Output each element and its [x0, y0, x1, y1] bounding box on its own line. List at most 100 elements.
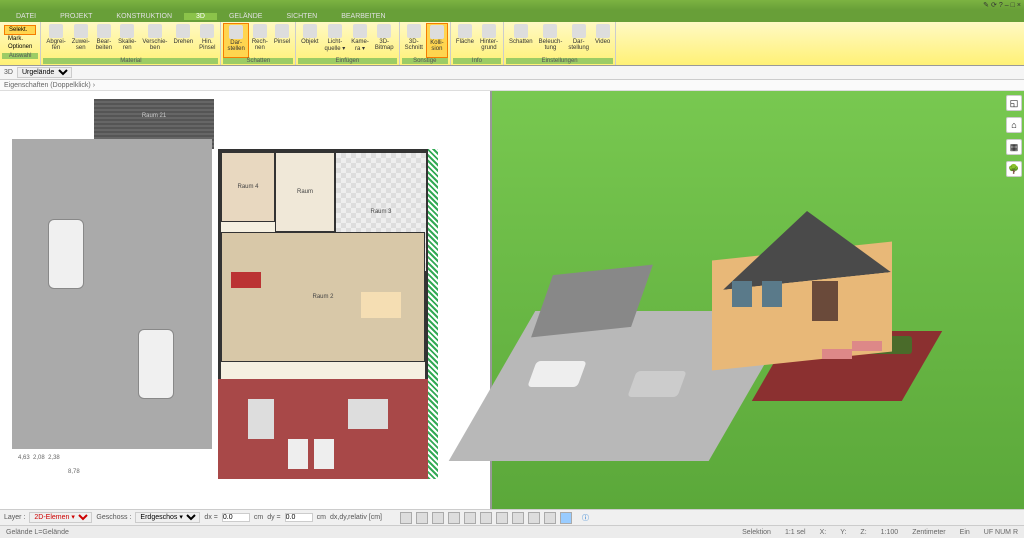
select-button[interactable]: Selekt.: [4, 25, 36, 35]
status-bar: Gelände L=Gelände Selektion 1:1 sel X: Y…: [0, 525, 1024, 538]
viewport-2d[interactable]: Raum 21 Raum 4 Raum Raum 3 Raum 2 4,: [0, 91, 492, 509]
ribbon-kolli-button[interactable]: Kolli-sion: [426, 23, 448, 58]
view-tool-tree-icon[interactable]: 🌳: [1006, 161, 1022, 177]
ribbon-kame-button[interactable]: Kame-ra ▾: [348, 23, 372, 58]
room-label: Raum 21: [94, 99, 214, 119]
geschoss-dropdown[interactable]: Erdgeschos ▾: [135, 512, 200, 523]
menu-datei[interactable]: DATEI: [4, 13, 48, 20]
bottom-tool-icon[interactable]: [528, 512, 540, 524]
dx-input[interactable]: [222, 513, 250, 522]
workspace: Raum 21 Raum 4 Raum Raum 3 Raum 2 4,: [0, 91, 1024, 509]
bottom-tool-icon[interactable]: [448, 512, 460, 524]
ribbon-icon: [176, 24, 190, 38]
ribbon-icon: [97, 24, 111, 38]
bottom-tool-icon[interactable]: [416, 512, 428, 524]
ribbon-icon: [430, 25, 444, 39]
ribbon-dar-button[interactable]: Dar-stellen: [223, 23, 248, 58]
options-button[interactable]: Optionen: [4, 43, 36, 51]
view-tool-home-icon[interactable]: ⌂: [1006, 117, 1022, 133]
coord-mode[interactable]: dx,dy,relativ [cm]: [330, 514, 382, 521]
lounger-3d: [822, 349, 852, 359]
title-bar: ✎ ⟳ ? – □ ×: [0, 0, 1024, 10]
tool-icon[interactable]: ✎: [983, 1, 989, 9]
ribbon-hinter-button[interactable]: Hinter-grund: [477, 23, 501, 58]
ribbon-verschie-button[interactable]: Verschie-ben: [139, 23, 170, 58]
bottom-tool-icon[interactable]: [432, 512, 444, 524]
menu-projekt[interactable]: PROJEKT: [48, 13, 104, 20]
ribbon-pinsel-button[interactable]: Pinsel: [271, 23, 293, 58]
hedge-2d: [428, 149, 438, 479]
ribbon-skalie-button[interactable]: Skalie-ren: [115, 23, 139, 58]
ribbon-d-button[interactable]: 3D-Schnitt: [402, 23, 426, 58]
bottom-tool-icon[interactable]: [464, 512, 476, 524]
lounger-2d: [314, 439, 334, 469]
ribbon-objekt-button[interactable]: Objekt: [298, 23, 321, 58]
ribbon-rech-button[interactable]: Rech-nen: [249, 23, 271, 58]
ribbon-icon: [275, 24, 289, 38]
ribbon-icon: [482, 24, 496, 38]
bottom-tool-icon[interactable]: [560, 512, 572, 524]
info-icon[interactable]: ⓘ: [582, 513, 589, 523]
dy-input[interactable]: [285, 513, 313, 522]
status-left: Gelände L=Gelände: [6, 529, 69, 536]
window-3d: [762, 281, 782, 307]
ribbon-section-label: Material: [43, 58, 218, 64]
layer-dropdown[interactable]: 2D-Elemen ▾: [29, 512, 92, 523]
bottom-tool-icon[interactable]: [512, 512, 524, 524]
ribbon-icon: [407, 24, 421, 38]
menu-3d[interactable]: 3D: [184, 13, 217, 20]
menu-konstruktion[interactable]: KONSTRUKTION: [104, 13, 184, 20]
car-2d: [138, 329, 174, 399]
ribbon-flche-button[interactable]: Fläche: [453, 23, 477, 58]
viewport-3d[interactable]: ◱ ⌂ ▦ 🌳: [492, 91, 1024, 509]
dimension-text: 8,78: [68, 469, 80, 475]
furniture-2d: [248, 399, 274, 439]
close-icon[interactable]: ×: [1017, 2, 1021, 9]
view-tool-layers-icon[interactable]: ◱: [1006, 95, 1022, 111]
window-3d: [732, 281, 752, 307]
ribbon-section-label: Einstellungen: [506, 58, 613, 64]
layer-label: Layer :: [4, 514, 25, 521]
ribbon-abgrei-button[interactable]: Abgrei-fen: [43, 23, 68, 58]
ribbon: Selekt. Mark. Optionen Auswahl Abgrei-fe…: [0, 22, 1024, 66]
bottom-tool-icon[interactable]: [480, 512, 492, 524]
bottom-tool-icon[interactable]: [496, 512, 508, 524]
menu-sichten[interactable]: SICHTEN: [274, 13, 329, 20]
ribbon-video-button[interactable]: Video: [592, 23, 613, 58]
ribbon-icon: [253, 24, 267, 38]
table-2d: [361, 292, 401, 318]
ribbon-section-label: Einfügen: [298, 58, 396, 64]
menu-gelaende[interactable]: GELÄNDE: [217, 13, 274, 20]
ribbon-drehen-button[interactable]: Drehen: [170, 23, 196, 58]
house-3d: [712, 191, 912, 351]
minimize-icon[interactable]: –: [1005, 2, 1009, 9]
mark-button[interactable]: Mark.: [4, 35, 36, 43]
ribbon-d-button[interactable]: 3D-Bitmap: [372, 23, 397, 58]
ribbon-beleuch-button[interactable]: Beleuch-tung: [536, 23, 566, 58]
room-label: Raum: [297, 189, 313, 195]
ribbon-licht-button[interactable]: Licht-quelle ▾: [322, 23, 349, 58]
ribbon-section-label: Sonstige: [402, 58, 448, 64]
status-selektion: Selektion: [742, 529, 771, 536]
status-y: Y:: [840, 529, 846, 536]
view-tool-grid-icon[interactable]: ▦: [1006, 139, 1022, 155]
ribbon-icon: [572, 24, 586, 38]
ribbon-dar-button[interactable]: Dar-stellung: [565, 23, 592, 58]
ribbon-schatten-button[interactable]: Schatten: [506, 23, 536, 58]
properties-bar[interactable]: Eigenschaften (Doppelklick) ›: [0, 80, 1024, 91]
bottom-tool-icon[interactable]: [400, 512, 412, 524]
tool-icon[interactable]: ⟳: [991, 1, 997, 9]
ribbon-zuwei-button[interactable]: Zuwei-sen: [69, 23, 93, 58]
menu-bar: DATEI PROJEKT KONSTRUKTION 3D GELÄNDE SI…: [0, 10, 1024, 22]
ribbon-bear-button[interactable]: Bear-beiten: [93, 23, 115, 58]
status-scale: 1:1 sel: [785, 529, 806, 536]
bottom-tool-icon[interactable]: [544, 512, 556, 524]
maximize-icon[interactable]: □: [1011, 2, 1015, 9]
ribbon-section-label: Schatten: [223, 58, 293, 64]
help-icon[interactable]: ?: [999, 2, 1003, 9]
bottom-toolbar: Layer : 2D-Elemen ▾ Geschoss : Erdgescho…: [0, 509, 1024, 525]
terrain-dropdown[interactable]: Urgelände: [17, 67, 72, 78]
ribbon-icon: [200, 24, 214, 38]
menu-bearbeiten[interactable]: BEARBEITEN: [329, 13, 397, 20]
ribbon-hin-button[interactable]: Hin.Pinsel: [196, 23, 218, 58]
